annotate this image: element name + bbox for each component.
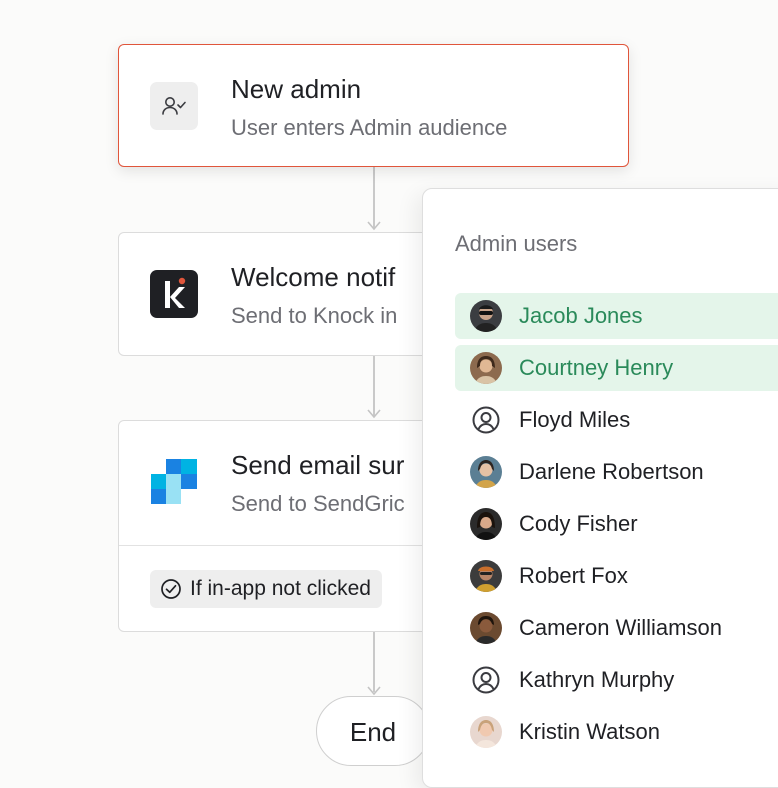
arrow-down-icon [367, 409, 381, 419]
trigger-card[interactable]: New admin User enters Admin audience [118, 44, 629, 167]
avatar [470, 560, 502, 592]
user-row[interactable]: Kristin Watson [455, 709, 778, 755]
user-check-icon [150, 82, 198, 130]
condition-label: If in-app not clicked [190, 577, 371, 600]
user-row[interactable]: Floyd Miles [455, 397, 778, 443]
step-subtitle: Send to Knock in [231, 303, 398, 328]
condition-badge[interactable]: If in-app not clicked [150, 570, 382, 608]
audience-dropdown[interactable]: Admin users Jacob Jones Courtney Henry F… [422, 188, 778, 788]
user-row[interactable]: Cameron Williamson [455, 605, 778, 651]
user-row[interactable]: Darlene Robertson [455, 449, 778, 495]
sendgrid-logo-icon [150, 458, 198, 506]
user-row[interactable]: Jacob Jones [455, 293, 778, 339]
user-circle-icon [470, 404, 502, 436]
user-name: Kathryn Murphy [519, 667, 675, 692]
trigger-subtitle: User enters Admin audience [231, 115, 508, 140]
trigger-title: New admin [231, 74, 362, 104]
user-name: Robert Fox [519, 563, 628, 588]
connector-line [373, 632, 375, 692]
connector-line [373, 166, 375, 228]
knock-logo-icon [150, 270, 198, 318]
user-name: Floyd Miles [519, 407, 631, 432]
user-row[interactable]: Robert Fox [455, 553, 778, 599]
avatar [470, 716, 502, 748]
avatar [470, 508, 502, 540]
step-title: Send email sur [231, 450, 405, 480]
check-circle-icon [161, 579, 181, 599]
user-name: Jacob Jones [519, 303, 643, 328]
user-name: Courtney Henry [519, 355, 674, 380]
user-row[interactable]: Cody Fisher [455, 501, 778, 547]
end-label: End [349, 717, 397, 747]
avatar [470, 456, 502, 488]
user-name: Darlene Robertson [519, 459, 704, 484]
avatar [470, 612, 502, 644]
step-subtitle: Send to SendGric [231, 491, 405, 516]
user-row[interactable]: Courtney Henry [455, 345, 778, 391]
connector-line [373, 356, 375, 416]
step-title: Welcome notif [231, 262, 396, 292]
user-circle-icon [470, 664, 502, 696]
user-name: Cody Fisher [519, 511, 638, 536]
panel-title: Admin users [455, 231, 578, 256]
user-name: Kristin Watson [519, 719, 661, 744]
avatar [470, 300, 502, 332]
avatar [470, 352, 502, 384]
user-row[interactable]: Kathryn Murphy [455, 657, 778, 703]
user-name: Cameron Williamson [519, 615, 722, 640]
arrow-down-icon [367, 221, 381, 231]
